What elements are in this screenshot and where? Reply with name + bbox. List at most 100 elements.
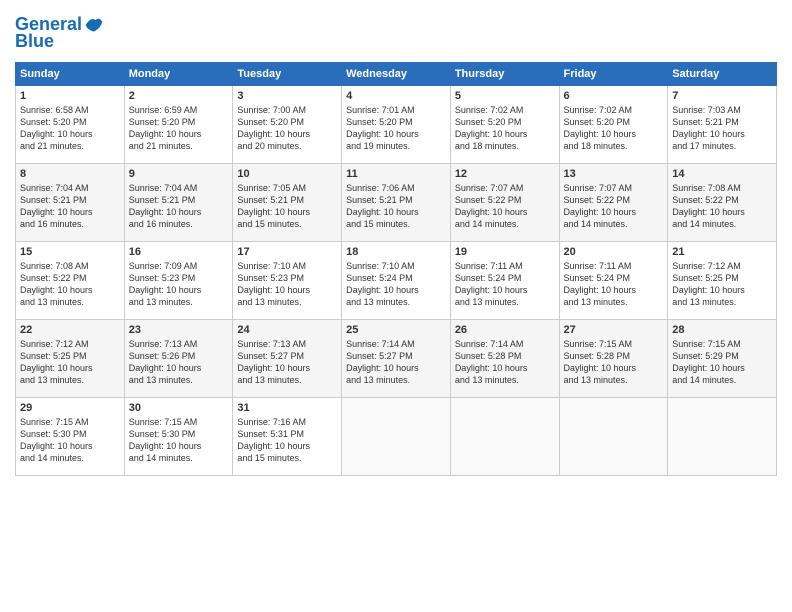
day-number: 8 bbox=[20, 168, 120, 180]
calendar-cell: 19 Sunrise: 7:11 AMSunset: 5:24 PMDayligh… bbox=[450, 242, 559, 320]
day-info: Sunrise: 7:14 AMSunset: 5:28 PMDaylight:… bbox=[455, 338, 555, 387]
day-info: Sunrise: 7:06 AMSunset: 5:21 PMDaylight:… bbox=[346, 182, 446, 231]
day-number: 3 bbox=[237, 90, 337, 102]
calendar-cell bbox=[342, 398, 451, 476]
calendar-cell: 2Sunrise: 6:59 AMSunset: 5:20 PMDaylight… bbox=[124, 86, 233, 164]
calendar-week-2: 8 Sunrise: 7:04 AMSunset: 5:21 PMDaylight… bbox=[16, 164, 777, 242]
calendar-cell: 16 Sunrise: 7:09 AMSunset: 5:23 PMDayligh… bbox=[124, 242, 233, 320]
calendar-cell: 28Sunrise: 7:15 AMSunset: 5:29 PMDayligh… bbox=[668, 320, 777, 398]
calendar-cell: 1 Sunrise: 6:58 AMSunset: 5:20 PMDaylight… bbox=[16, 86, 125, 164]
calendar-cell: 22 Sunrise: 7:12 AMSunset: 5:25 PMDayligh… bbox=[16, 320, 125, 398]
calendar-cell: 3 Sunrise: 7:00 AMSunset: 5:20 PMDaylight… bbox=[233, 86, 342, 164]
calendar-cell: 29Sunrise: 7:15 AMSunset: 5:30 PMDayligh… bbox=[16, 398, 125, 476]
day-info: Sunrise: 7:11 AMSunset: 5:24 PMDaylight:… bbox=[455, 260, 555, 309]
dow-header-monday: Monday bbox=[124, 63, 233, 86]
calendar-cell: 6Sunrise: 7:02 AMSunset: 5:20 PMDaylight… bbox=[559, 86, 668, 164]
day-info: Sunrise: 7:03 AMSunset: 5:21 PMDaylight:… bbox=[672, 104, 772, 153]
calendar-cell: 30 Sunrise: 7:15 AMSunset: 5:30 PMDayligh… bbox=[124, 398, 233, 476]
day-number: 22 bbox=[20, 324, 120, 336]
calendar-table: SundayMondayTuesdayWednesdayThursdayFrid… bbox=[15, 62, 777, 476]
day-info: Sunrise: 7:02 AMSunset: 5:20 PMDaylight:… bbox=[455, 104, 555, 153]
day-info: Sunrise: 7:14 AMSunset: 5:27 PMDaylight:… bbox=[346, 338, 446, 387]
calendar-cell: 8Sunrise: 7:04 AMSunset: 5:21 PMDaylight… bbox=[16, 164, 125, 242]
day-info: Sunrise: 7:15 AMSunset: 5:28 PMDaylight:… bbox=[564, 338, 664, 387]
calendar-week-5: 29Sunrise: 7:15 AMSunset: 5:30 PMDayligh… bbox=[16, 398, 777, 476]
day-info: Sunrise: 7:07 AMSunset: 5:22 PMDaylight:… bbox=[564, 182, 664, 231]
day-info: Sunrise: 7:11 AMSunset: 5:24 PMDaylight:… bbox=[564, 260, 664, 309]
calendar-cell: 10 Sunrise: 7:05 AMSunset: 5:21 PMDayligh… bbox=[233, 164, 342, 242]
day-info: Sunrise: 6:58 AMSunset: 5:20 PMDaylight:… bbox=[20, 104, 120, 153]
day-number: 14 bbox=[672, 168, 772, 180]
day-number: 21 bbox=[672, 246, 772, 258]
day-info: Sunrise: 7:08 AMSunset: 5:22 PMDaylight:… bbox=[20, 260, 120, 309]
day-info: Sunrise: 7:15 AMSunset: 5:30 PMDaylight:… bbox=[129, 416, 229, 465]
day-number: 19 bbox=[455, 246, 555, 258]
day-number: 28 bbox=[672, 324, 772, 336]
calendar-cell: 25 Sunrise: 7:14 AMSunset: 5:27 PMDayligh… bbox=[342, 320, 451, 398]
day-info: Sunrise: 7:08 AMSunset: 5:22 PMDaylight:… bbox=[672, 182, 772, 231]
day-number: 24 bbox=[237, 324, 337, 336]
calendar-cell: 27 Sunrise: 7:15 AMSunset: 5:28 PMDayligh… bbox=[559, 320, 668, 398]
day-info: Sunrise: 7:00 AMSunset: 5:20 PMDaylight:… bbox=[237, 104, 337, 153]
day-number: 4 bbox=[346, 90, 446, 102]
day-info: Sunrise: 7:10 AMSunset: 5:23 PMDaylight:… bbox=[237, 260, 337, 309]
day-info: Sunrise: 7:10 AMSunset: 5:24 PMDaylight:… bbox=[346, 260, 446, 309]
day-number: 30 bbox=[129, 402, 229, 414]
dow-header-saturday: Saturday bbox=[668, 63, 777, 86]
dow-header-wednesday: Wednesday bbox=[342, 63, 451, 86]
day-number: 16 bbox=[129, 246, 229, 258]
day-number: 23 bbox=[129, 324, 229, 336]
days-of-week-row: SundayMondayTuesdayWednesdayThursdayFrid… bbox=[16, 63, 777, 86]
day-number: 11 bbox=[346, 168, 446, 180]
day-info: Sunrise: 7:16 AMSunset: 5:31 PMDaylight:… bbox=[237, 416, 337, 465]
day-number: 1 bbox=[20, 90, 120, 102]
calendar-cell: 20 Sunrise: 7:11 AMSunset: 5:24 PMDayligh… bbox=[559, 242, 668, 320]
calendar-cell: 31Sunrise: 7:16 AMSunset: 5:31 PMDayligh… bbox=[233, 398, 342, 476]
calendar-body: 1 Sunrise: 6:58 AMSunset: 5:20 PMDaylight… bbox=[16, 86, 777, 476]
calendar-cell: 14 Sunrise: 7:08 AMSunset: 5:22 PMDayligh… bbox=[668, 164, 777, 242]
day-info: Sunrise: 7:09 AMSunset: 5:23 PMDaylight:… bbox=[129, 260, 229, 309]
day-number: 27 bbox=[564, 324, 664, 336]
day-number: 13 bbox=[564, 168, 664, 180]
day-number: 10 bbox=[237, 168, 337, 180]
logo: General Blue bbox=[15, 15, 104, 52]
calendar-cell: 12 Sunrise: 7:07 AMSunset: 5:22 PMDayligh… bbox=[450, 164, 559, 242]
calendar-cell: 4 Sunrise: 7:01 AMSunset: 5:20 PMDaylight… bbox=[342, 86, 451, 164]
day-number: 17 bbox=[237, 246, 337, 258]
day-info: Sunrise: 7:07 AMSunset: 5:22 PMDaylight:… bbox=[455, 182, 555, 231]
calendar-cell bbox=[559, 398, 668, 476]
calendar-cell bbox=[668, 398, 777, 476]
day-number: 20 bbox=[564, 246, 664, 258]
day-number: 5 bbox=[455, 90, 555, 102]
day-info: Sunrise: 7:02 AMSunset: 5:20 PMDaylight:… bbox=[564, 104, 664, 153]
calendar-cell: 23Sunrise: 7:13 AMSunset: 5:26 PMDayligh… bbox=[124, 320, 233, 398]
calendar-cell: 21 Sunrise: 7:12 AMSunset: 5:25 PMDayligh… bbox=[668, 242, 777, 320]
day-info: Sunrise: 7:01 AMSunset: 5:20 PMDaylight:… bbox=[346, 104, 446, 153]
day-number: 7 bbox=[672, 90, 772, 102]
dow-header-sunday: Sunday bbox=[16, 63, 125, 86]
day-number: 26 bbox=[455, 324, 555, 336]
header: General Blue bbox=[15, 15, 777, 52]
calendar-cell: 18 Sunrise: 7:10 AMSunset: 5:24 PMDayligh… bbox=[342, 242, 451, 320]
day-info: Sunrise: 7:12 AMSunset: 5:25 PMDaylight:… bbox=[20, 338, 120, 387]
day-info: Sunrise: 7:12 AMSunset: 5:25 PMDaylight:… bbox=[672, 260, 772, 309]
day-info: Sunrise: 7:04 AMSunset: 5:21 PMDaylight:… bbox=[129, 182, 229, 231]
logo-icon bbox=[84, 15, 104, 35]
calendar-cell: 7 Sunrise: 7:03 AMSunset: 5:21 PMDaylight… bbox=[668, 86, 777, 164]
day-info: Sunrise: 7:05 AMSunset: 5:21 PMDaylight:… bbox=[237, 182, 337, 231]
calendar-week-1: 1 Sunrise: 6:58 AMSunset: 5:20 PMDaylight… bbox=[16, 86, 777, 164]
calendar-cell bbox=[450, 398, 559, 476]
calendar-cell: 24 Sunrise: 7:13 AMSunset: 5:27 PMDayligh… bbox=[233, 320, 342, 398]
calendar-cell: 5 Sunrise: 7:02 AMSunset: 5:20 PMDaylight… bbox=[450, 86, 559, 164]
calendar-container: General Blue SundayMondayTuesdayWednesda… bbox=[0, 0, 792, 486]
dow-header-tuesday: Tuesday bbox=[233, 63, 342, 86]
day-number: 18 bbox=[346, 246, 446, 258]
dow-header-friday: Friday bbox=[559, 63, 668, 86]
dow-header-thursday: Thursday bbox=[450, 63, 559, 86]
day-number: 12 bbox=[455, 168, 555, 180]
calendar-week-4: 22 Sunrise: 7:12 AMSunset: 5:25 PMDayligh… bbox=[16, 320, 777, 398]
day-number: 9 bbox=[129, 168, 229, 180]
day-info: Sunrise: 7:13 AMSunset: 5:27 PMDaylight:… bbox=[237, 338, 337, 387]
day-info: Sunrise: 7:15 AMSunset: 5:30 PMDaylight:… bbox=[20, 416, 120, 465]
day-number: 25 bbox=[346, 324, 446, 336]
